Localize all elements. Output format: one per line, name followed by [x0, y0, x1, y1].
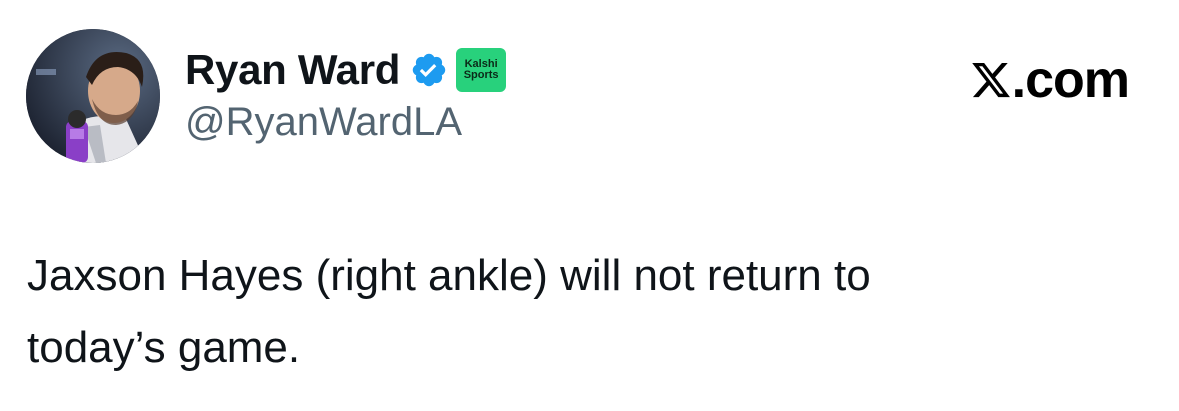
site-domain-suffix: .com: [1011, 51, 1130, 109]
avatar-photo: [26, 29, 160, 163]
tweet-text-line-2: today’s game.: [27, 323, 301, 372]
author-handle[interactable]: @RyanWardLA: [185, 100, 462, 145]
verified-badge-icon: [410, 51, 448, 89]
x-logo-icon: [970, 59, 1012, 101]
tweet-text: Jaxson Hayes (right ankle) will not retu…: [27, 240, 1127, 384]
author-name-row: Ryan Ward Kalshi Sports: [185, 44, 507, 96]
tweet-card: Ryan Ward Kalshi Sports @RyanWardLA .com…: [0, 0, 1179, 411]
x-com-watermark: .com: [970, 51, 1130, 109]
affiliate-badge-line2: Sports: [463, 69, 499, 81]
avatar[interactable]: [26, 29, 160, 163]
kalshi-sports-affiliate-badge[interactable]: Kalshi Sports: [456, 48, 507, 92]
author-display-name[interactable]: Ryan Ward: [185, 46, 400, 94]
tweet-text-line-1: Jaxson Hayes (right ankle) will not retu…: [27, 251, 871, 300]
